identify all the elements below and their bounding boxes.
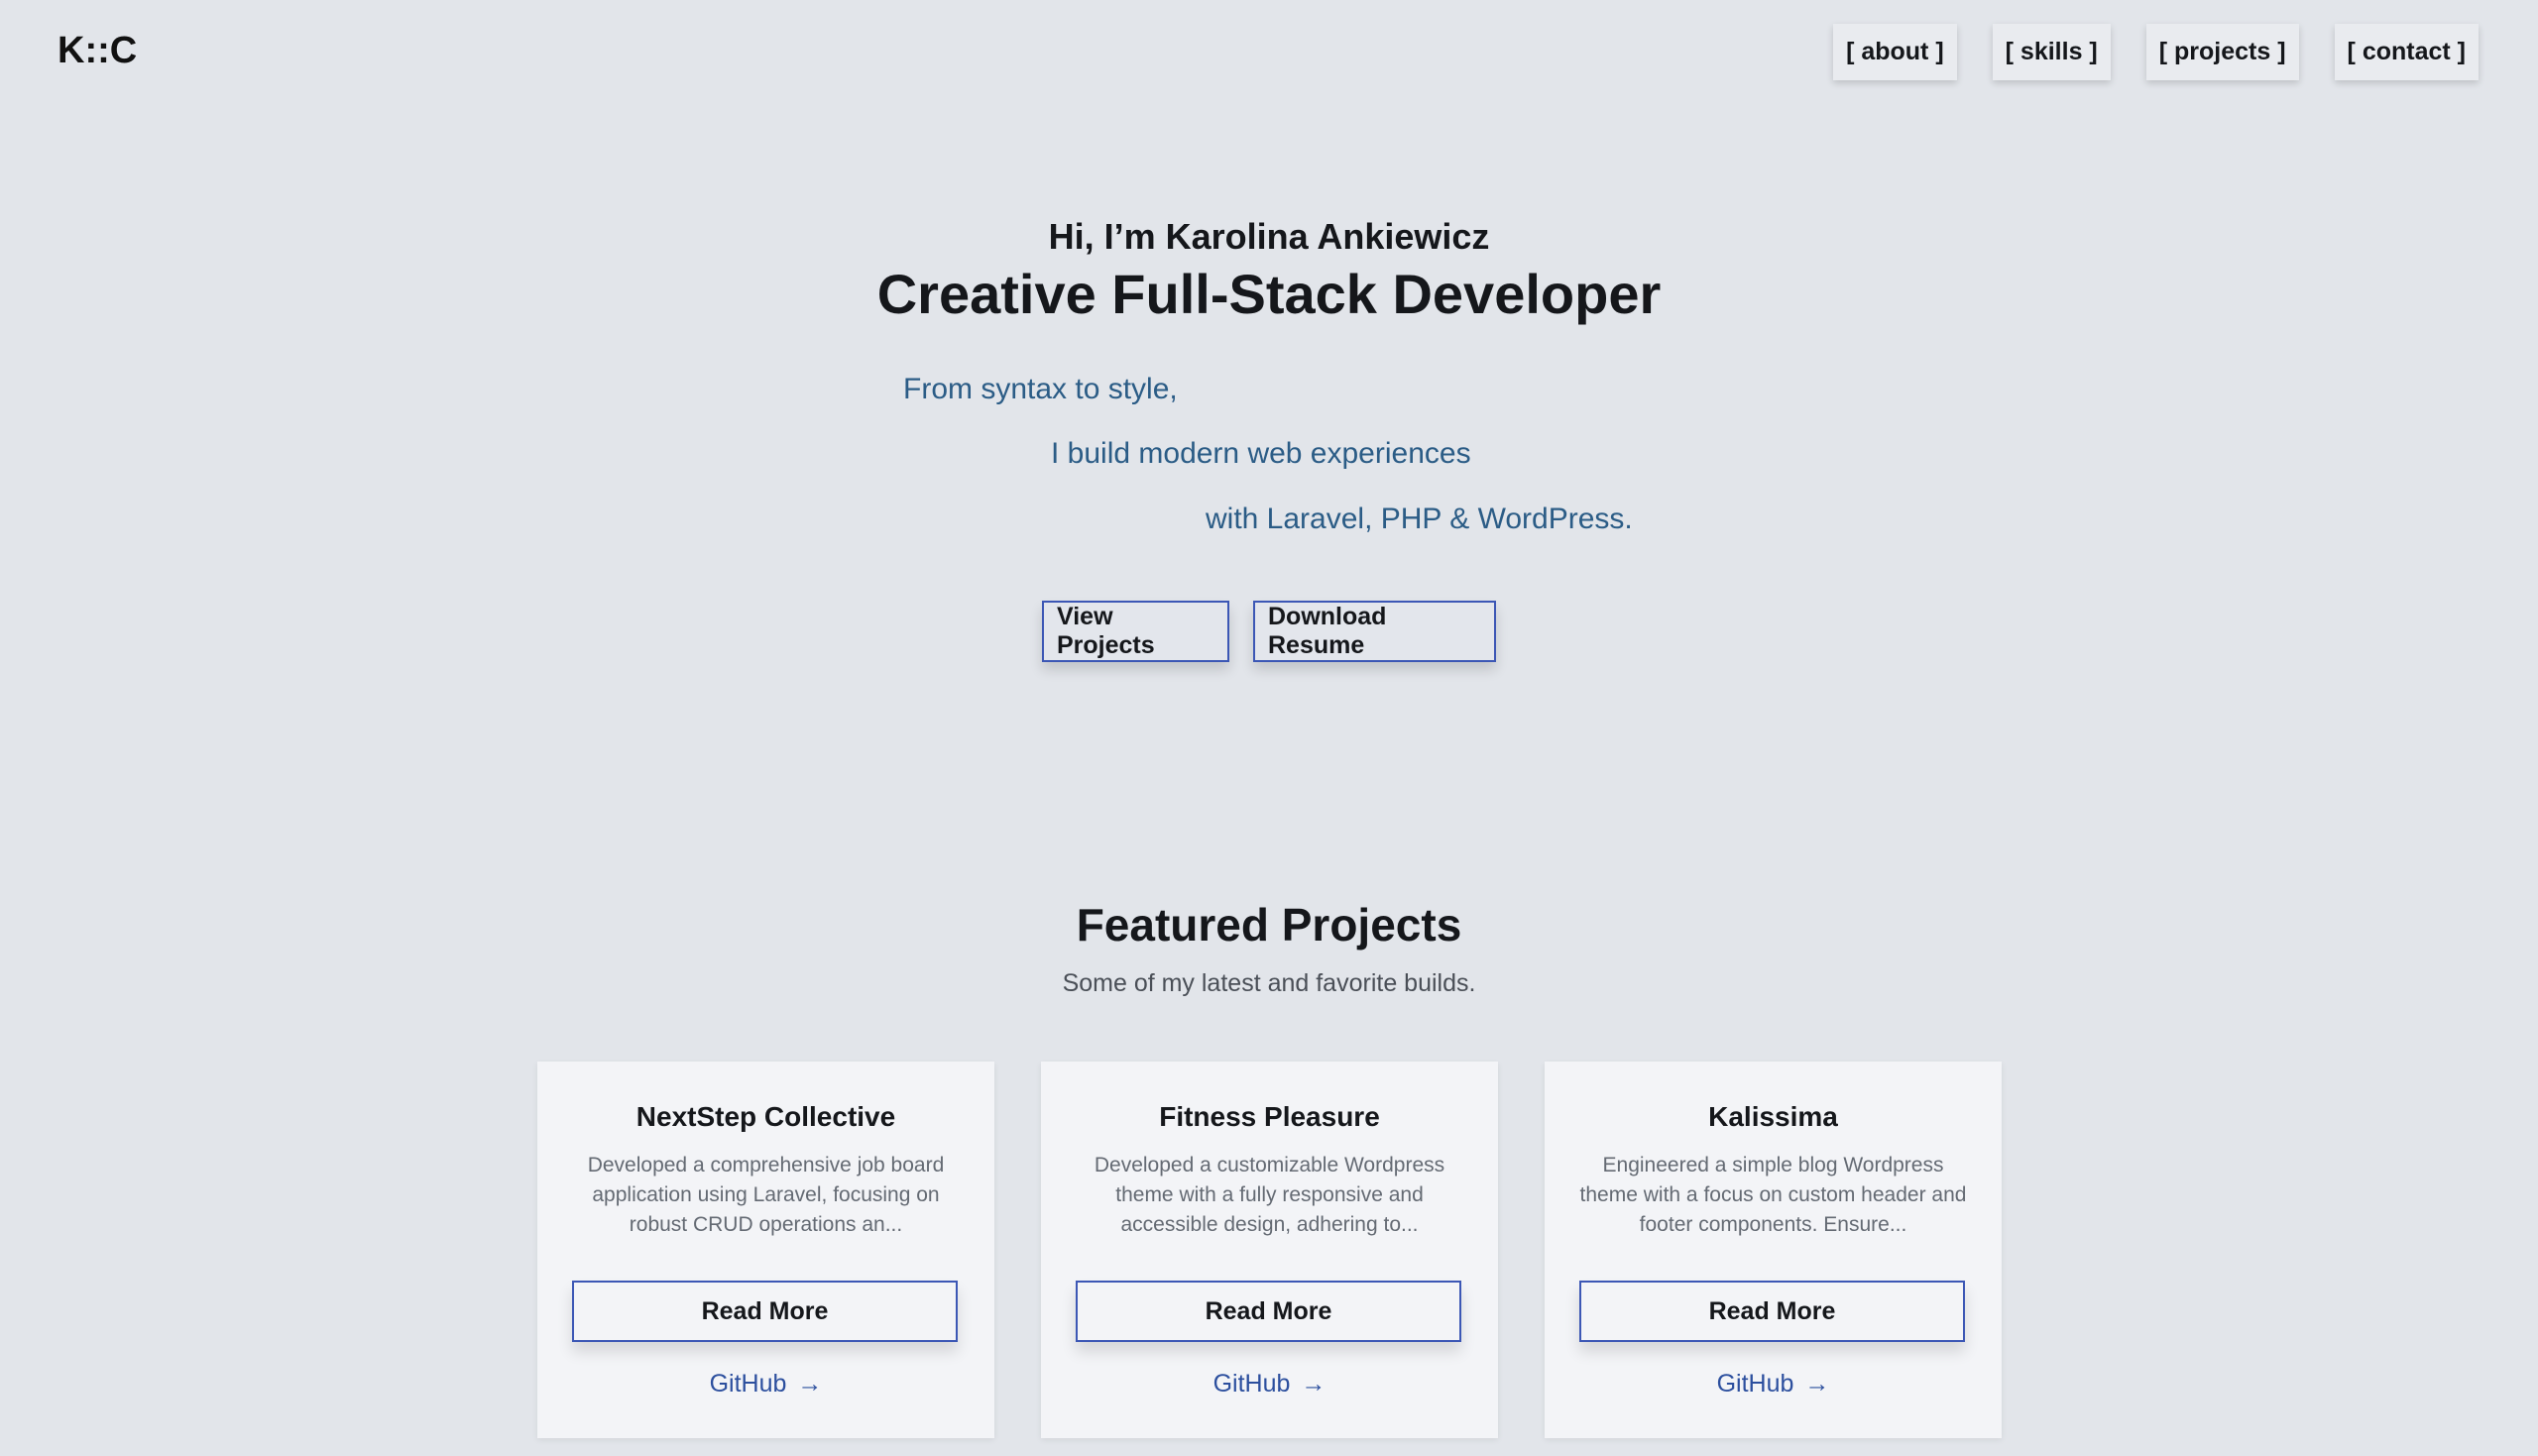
arrow-right-icon: → [797, 1370, 823, 1398]
hero-title: Creative Full-Stack Developer [876, 263, 1662, 325]
featured-projects-subtitle: Some of my latest and favorite builds. [1062, 969, 1476, 997]
github-link-label: GitHub [1212, 1370, 1291, 1398]
read-more-button[interactable]: Read More [572, 1281, 958, 1342]
github-link-label: GitHub [709, 1370, 787, 1398]
arrow-right-icon: → [1301, 1370, 1327, 1398]
main-nav: [ about ] [ skills ] [ projects ] [ cont… [1833, 24, 2479, 80]
project-description: Developed a comprehensive job board appl… [587, 1154, 945, 1236]
project-card-kalissima: Kalissima Engineered a simple blog Wordp… [1545, 1062, 2002, 1438]
arrow-right-icon: → [1804, 1370, 1830, 1398]
nav-about[interactable]: [ about ] [1833, 24, 1957, 80]
portfolio-page: K::C [ about ] [ skills ] [ projects ] [… [0, 0, 2538, 1456]
site-logo[interactable]: K::C [58, 30, 137, 72]
project-title: NextStep Collective [635, 1101, 896, 1132]
hero-greeting: Hi, I’m Karolina Ankiewicz [1048, 216, 1490, 257]
github-link[interactable]: GitHub → [1041, 1370, 1498, 1399]
github-link-label: GitHub [1716, 1370, 1794, 1398]
project-title: Fitness Pleasure [1159, 1101, 1380, 1132]
read-more-button[interactable]: Read More [1579, 1281, 1965, 1342]
project-card-fitness-pleasure: Fitness Pleasure Developed a customizabl… [1041, 1062, 1498, 1438]
download-resume-button[interactable]: Download Resume [1253, 601, 1496, 662]
project-cards: NextStep Collective Developed a comprehe… [537, 1062, 2002, 1438]
hero-tagline-line-1: From syntax to style, [903, 373, 1178, 405]
github-link[interactable]: GitHub → [537, 1370, 994, 1399]
project-description: Developed a customizable Wordpress theme… [1094, 1154, 1445, 1236]
hero-tagline-line-2: I build modern web experiences [1051, 437, 1471, 470]
project-description: Engineered a simple blog Wordpress theme… [1579, 1154, 1967, 1236]
nav-projects[interactable]: [ projects ] [2145, 24, 2299, 80]
hero-buttons: View Projects Download Resume [0, 601, 2538, 662]
project-card-nextstep: NextStep Collective Developed a comprehe… [537, 1062, 994, 1438]
featured-projects-title: Featured Projects [1076, 899, 1462, 951]
read-more-button[interactable]: Read More [1076, 1281, 1461, 1342]
nav-contact[interactable]: [ contact ] [2334, 24, 2479, 80]
view-projects-button[interactable]: View Projects [1042, 601, 1229, 662]
github-link[interactable]: GitHub → [1545, 1370, 2002, 1399]
project-title: Kalissima [1708, 1101, 1838, 1132]
hero-tagline-line-3: with Laravel, PHP & WordPress. [1206, 503, 1633, 535]
nav-skills[interactable]: [ skills ] [1992, 24, 2111, 80]
